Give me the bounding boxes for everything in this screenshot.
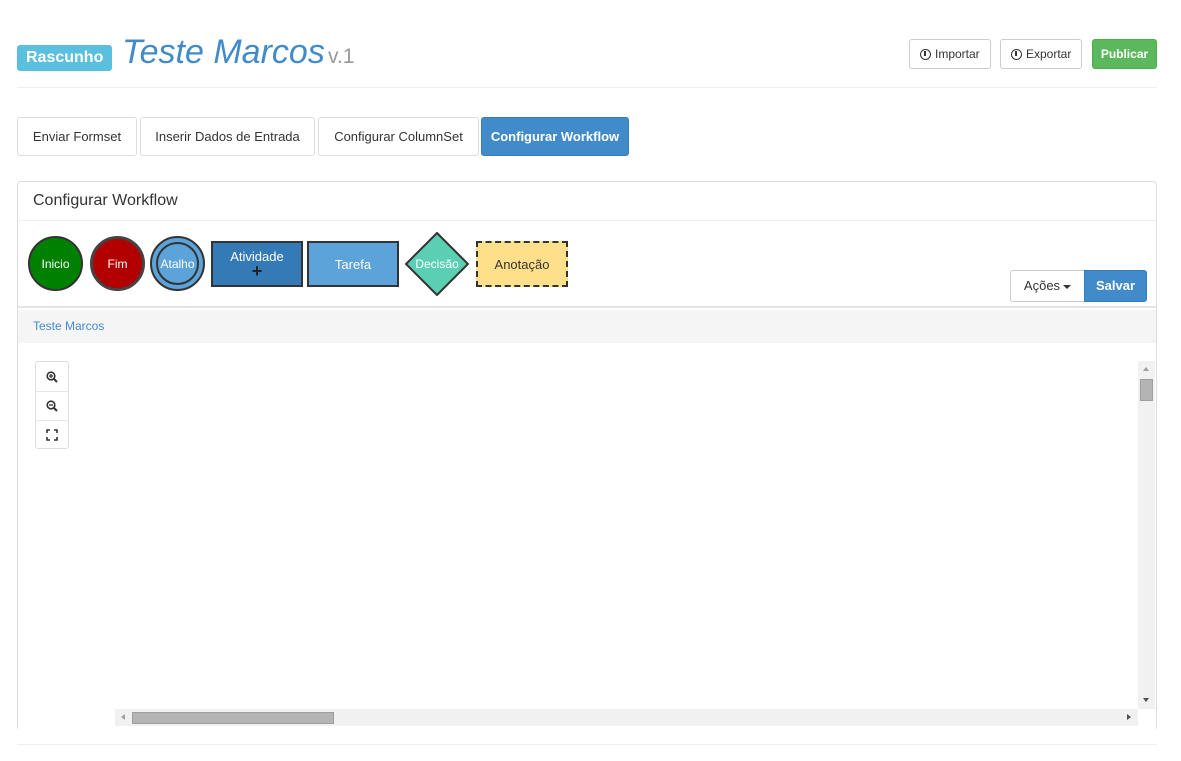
palette-anotacao[interactable]: Anotação [476, 241, 568, 287]
fit-screen-icon [46, 429, 58, 441]
caret-down-icon [1063, 284, 1072, 289]
fit-screen-button[interactable] [36, 420, 68, 449]
export-label: Exportar [1026, 47, 1072, 61]
version-label: v.1 [328, 45, 355, 68]
zoom-out-button[interactable] [36, 391, 68, 420]
tarefa-label: Tarefa [334, 256, 372, 272]
export-button[interactable]: Exportar [1000, 39, 1083, 69]
tab-configurar-columnset[interactable]: Configurar ColumnSet [318, 117, 479, 156]
scroll-down-icon[interactable] [1143, 698, 1149, 702]
tab-enviar-formset[interactable]: Enviar Formset [17, 117, 137, 156]
publish-button[interactable]: Publicar [1092, 39, 1157, 69]
status-badge: Rascunho [17, 45, 113, 71]
palette-tarefa[interactable]: Tarefa [307, 241, 399, 287]
palette-decisao[interactable]: Decisão [405, 232, 469, 296]
decisao-label: Decisão [415, 257, 459, 271]
scroll-left-icon[interactable] [121, 714, 125, 720]
anotacao-label: Anotação [494, 256, 550, 272]
scroll-up-icon[interactable] [1143, 367, 1149, 371]
actions-dropdown[interactable]: Ações [1010, 270, 1085, 302]
atalho-inner-ring [156, 242, 199, 285]
workflow-canvas[interactable] [18, 343, 1156, 731]
workflow-panel: Configurar Workflow Inicio Fim Atalho At… [17, 181, 1157, 731]
tab-configurar-workflow[interactable]: Configurar Workflow [481, 117, 629, 156]
panel-title: Configurar Workflow [18, 182, 1156, 221]
actions-label: Ações [1023, 278, 1061, 293]
fim-label: Fim [107, 256, 128, 271]
page-title: Teste Marcos [122, 33, 325, 71]
tab-inserir-dados[interactable]: Inserir Dados de Entrada [140, 117, 315, 156]
import-icon [920, 48, 931, 60]
palette-fim[interactable]: Fim [90, 236, 145, 291]
breadcrumb-link[interactable]: Teste Marcos [33, 319, 104, 333]
vertical-scrollbar[interactable] [1138, 361, 1155, 709]
page-header: Rascunho Teste Marcos v.1 Importar Expor… [17, 28, 1157, 88]
palette-atalho[interactable]: Atalho [150, 236, 205, 291]
save-button[interactable]: Salvar [1084, 270, 1147, 302]
footer-divider [17, 744, 1157, 745]
vertical-scroll-thumb[interactable] [1140, 379, 1153, 401]
horizontal-scroll-thumb[interactable] [132, 712, 334, 724]
palette-atividade[interactable]: Atividade + [211, 241, 303, 287]
palette-inicio[interactable]: Inicio [28, 236, 83, 291]
import-button[interactable]: Importar [909, 39, 991, 69]
export-icon [1011, 48, 1022, 60]
import-label: Importar [935, 47, 980, 61]
inicio-label: Inicio [41, 256, 70, 271]
breadcrumb: Teste Marcos [18, 310, 1156, 343]
zoom-out-icon [46, 400, 58, 412]
zoom-in-button[interactable] [36, 362, 68, 391]
shape-palette: Inicio Fim Atalho Atividade + Tarefa Dec… [18, 221, 1156, 308]
zoom-toolbar [35, 361, 69, 449]
horizontal-scrollbar[interactable] [115, 709, 1138, 726]
plus-icon: + [251, 261, 263, 281]
zoom-in-icon [46, 370, 58, 383]
scroll-right-icon[interactable] [1127, 714, 1131, 720]
